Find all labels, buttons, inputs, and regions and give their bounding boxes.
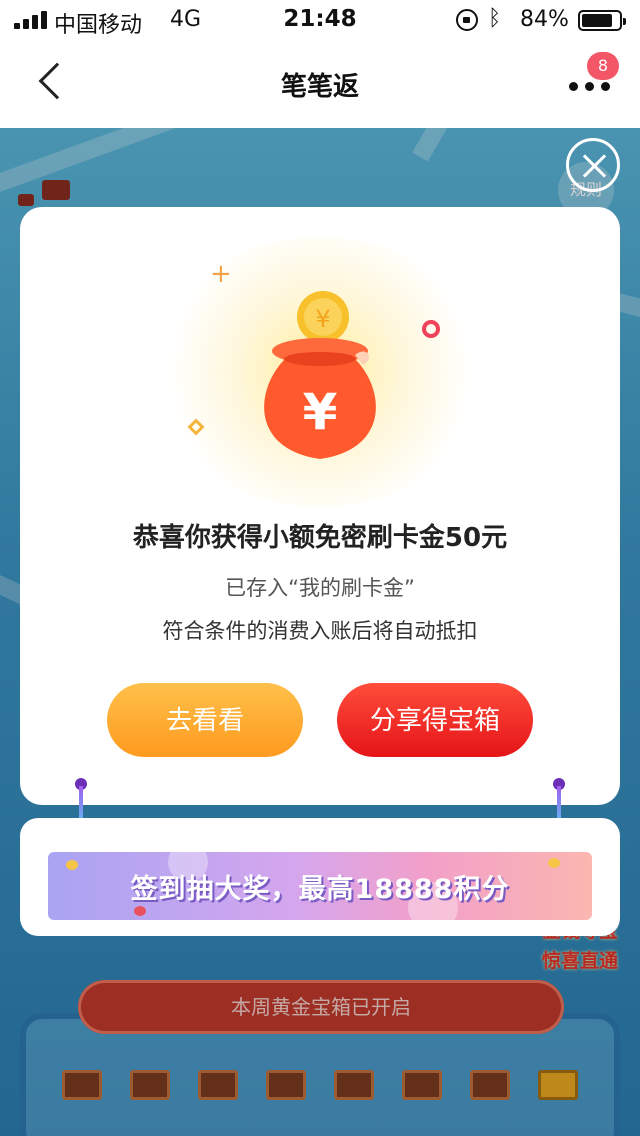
status-bar: 中国移动 4G 21:48 ᛒ 84% [0,0,640,40]
reward-subtitle-stored: 已存入“我的刷卡金” [225,576,415,600]
bluetooth-icon: ᛒ [488,6,502,31]
close-icon[interactable] [566,138,620,192]
rotation-lock-icon [456,9,478,31]
reward-modal: + ¥ ¥ 恭喜你获得小额免密刷卡金50元 已存入“我的刷卡金” 符合条件的消费… [20,207,620,805]
battery-percentage: 84% [520,7,569,32]
go-look-button[interactable]: 去看看 [107,683,303,757]
nav-bar: 笔笔返 8 [0,40,640,128]
svg-text:¥: ¥ [303,383,338,441]
notification-badge: 8 [587,52,619,80]
money-bag-icon: ¥ ¥ [264,291,376,459]
battery-icon [578,10,626,31]
svg-text:¥: ¥ [315,305,330,333]
signin-promo-card: 签到抽大奖，最高18888积分 [20,818,620,936]
signin-promo-banner[interactable]: 签到抽大奖，最高18888积分 [48,852,592,920]
battery-fill [582,14,613,27]
reward-subtitle-rule: 符合条件的消费入账后将自动抵扣 [162,619,478,643]
sparkle-plus-icon: + [210,259,232,289]
share-for-chest-button[interactable]: 分享得宝箱 [337,683,533,757]
signin-promo-text: 签到抽大奖，最高18888积分 [130,874,510,905]
sparkle-ring-icon [422,320,440,338]
reward-title: 恭喜你获得小额免密刷卡金50元 [132,523,508,553]
page-title: 笔笔返 [280,72,359,102]
